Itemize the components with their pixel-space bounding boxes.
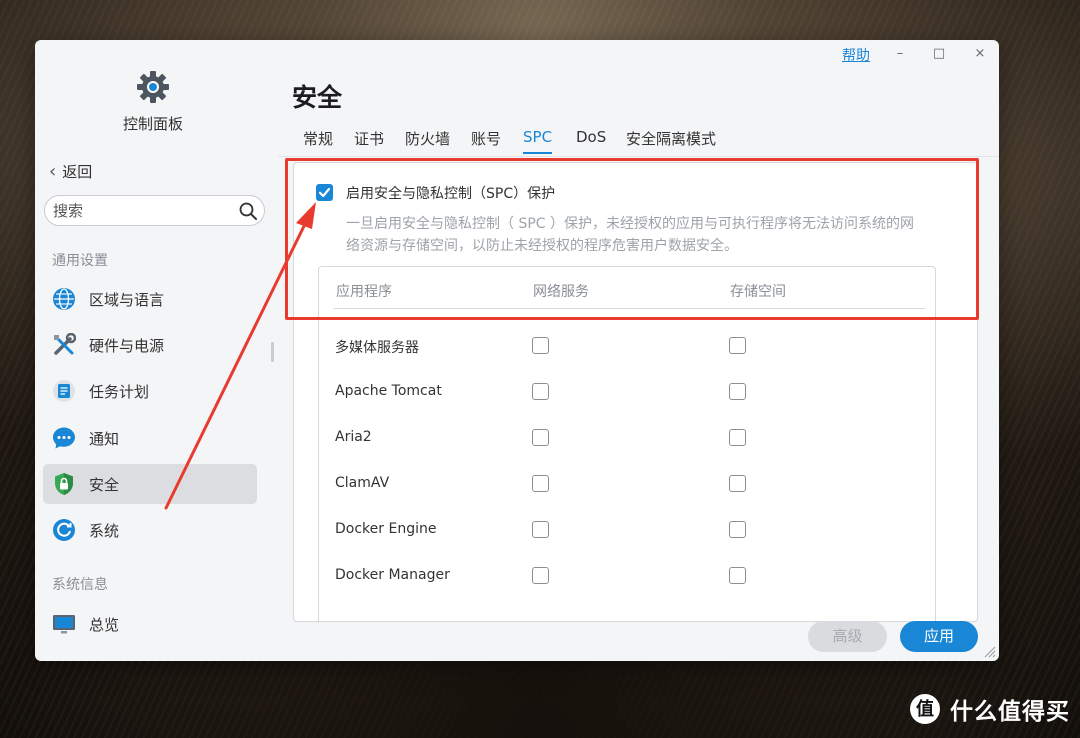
network-checkbox[interactable]	[532, 429, 549, 446]
sidebar-item-label: 通知	[89, 430, 120, 448]
network-checkbox[interactable]	[532, 567, 549, 584]
spc-enable-label: 启用安全与隐私控制（SPC）保护	[346, 186, 556, 202]
sidebar: 控制面板 ‹ 返回 通用设置 区域与语言	[35, 40, 271, 661]
table-row: Aria2	[319, 421, 937, 457]
storage-checkbox[interactable]	[729, 429, 746, 446]
tab-certificate[interactable]: 证书	[354, 128, 384, 149]
tab-spc[interactable]: SPC	[523, 128, 553, 154]
sidebar-item-notification[interactable]: 通知	[43, 418, 257, 458]
gear-icon	[137, 71, 169, 103]
app-permission-table: 应用程序 网络服务 存储空间 多媒体服务器 Apache Tomcat Aria…	[318, 266, 936, 623]
sidebar-item-system[interactable]: 系统	[43, 510, 257, 550]
table-row: Docker Engine	[319, 513, 937, 549]
smzdm-logo: 值	[910, 694, 940, 724]
sidebar-item-label: 总览	[89, 616, 120, 634]
section-general-label: 通用设置	[52, 253, 108, 269]
sidebar-item-label: 系统	[89, 522, 120, 540]
app-name: Docker Manager	[335, 567, 450, 583]
app-name: Docker Engine	[335, 521, 437, 537]
chat-bubble-icon	[53, 427, 75, 449]
app-name: Aria2	[335, 429, 372, 445]
tab-divider	[278, 156, 999, 157]
spc-enable-checkbox[interactable]	[316, 184, 333, 201]
spc-description-line: 一旦启用安全与隐私控制（ SPC ）保护，未经授权的应用与可执行程序将无法访问系…	[346, 216, 915, 232]
minimize-button[interactable]: –	[890, 44, 910, 64]
monitor-icon	[53, 615, 75, 634]
back-button[interactable]: ‹ 返回	[49, 161, 92, 182]
spc-description: 一旦启用安全与隐私控制（ SPC ）保护，未经授权的应用与可执行程序将无法访问系…	[346, 213, 961, 257]
column-header-network: 网络服务	[533, 284, 589, 300]
sidebar-item-label: 区域与语言	[89, 291, 165, 309]
network-checkbox[interactable]	[532, 475, 549, 492]
storage-checkbox[interactable]	[729, 475, 746, 492]
app-name: Apache Tomcat	[335, 383, 442, 399]
search-box	[44, 195, 265, 226]
table-row: ClamAV	[319, 467, 937, 503]
tab-isolation-mode[interactable]: 安全隔离模式	[626, 128, 716, 149]
storage-checkbox[interactable]	[729, 383, 746, 400]
tab-general[interactable]: 常规	[303, 128, 333, 149]
tools-icon	[54, 333, 76, 355]
sidebar-item-security[interactable]: 安全	[43, 464, 257, 504]
sidebar-item-hardware-power[interactable]: 硬件与电源	[43, 325, 257, 365]
section-info-label: 系统信息	[52, 577, 108, 593]
tab-dos[interactable]: DoS	[576, 128, 606, 146]
svg-text:值: 值	[916, 698, 934, 720]
back-label: 返回	[62, 163, 93, 181]
apply-button[interactable]: 应用	[900, 621, 978, 652]
sidebar-item-label: 硬件与电源	[89, 337, 165, 355]
network-checkbox[interactable]	[532, 521, 549, 538]
spc-description-line: 络资源与存储空间，以防止未经授权的程序危害用户数据安全。	[346, 238, 738, 254]
search-input[interactable]	[53, 200, 233, 222]
close-button[interactable]: ×	[970, 44, 990, 64]
app-name: ClamAV	[335, 475, 390, 491]
column-header-app: 应用程序	[336, 284, 392, 300]
checkmark-icon	[318, 187, 331, 198]
app-title: 控制面板	[122, 115, 183, 133]
page-title: 安全	[292, 83, 343, 112]
search-icon[interactable]	[238, 201, 258, 221]
help-link[interactable]: 帮助	[842, 45, 870, 65]
sidebar-item-region-language[interactable]: 区域与语言	[43, 279, 257, 319]
spc-panel: 启用安全与隐私控制（SPC）保护 一旦启用安全与隐私控制（ SPC ）保护，未经…	[293, 162, 978, 623]
app-name: 多媒体服务器	[335, 340, 419, 356]
tab-firewall[interactable]: 防火墙	[405, 128, 450, 149]
task-schedule-icon	[53, 380, 75, 402]
maximize-button[interactable]: □	[929, 44, 949, 64]
storage-checkbox[interactable]	[729, 521, 746, 538]
sidebar-scrollbar[interactable]	[271, 342, 274, 362]
system-refresh-icon	[53, 519, 75, 541]
shield-lock-icon	[55, 473, 73, 495]
sidebar-item-label: 安全	[89, 476, 120, 494]
watermark-text: 什么值得买	[950, 699, 1070, 725]
network-checkbox[interactable]	[532, 383, 549, 400]
control-panel-window: 帮助 – □ × 控制面板 ‹ 返回 搜索 通用设置 区域与语言 硬件与电源 任…	[35, 40, 999, 661]
header-divider	[334, 308, 925, 309]
advanced-button[interactable]: 高级	[808, 621, 887, 652]
watermark: 值 什么值得买	[909, 692, 1070, 726]
sidebar-item-overview[interactable]: 总览	[43, 604, 257, 644]
sidebar-item-label: 任务计划	[89, 383, 150, 401]
globe-icon	[53, 288, 75, 310]
resize-grip-icon[interactable]	[984, 646, 996, 658]
table-row: Apache Tomcat	[319, 375, 937, 411]
chevron-left-icon: ‹	[49, 160, 57, 182]
storage-checkbox[interactable]	[729, 337, 746, 354]
sidebar-item-task-schedule[interactable]: 任务计划	[43, 371, 257, 411]
storage-checkbox[interactable]	[729, 567, 746, 584]
column-header-storage: 存储空间	[730, 284, 786, 300]
network-checkbox[interactable]	[532, 337, 549, 354]
tab-account[interactable]: 账号	[471, 128, 501, 149]
table-row: 多媒体服务器	[319, 329, 937, 365]
table-row: Docker Manager	[319, 559, 937, 595]
